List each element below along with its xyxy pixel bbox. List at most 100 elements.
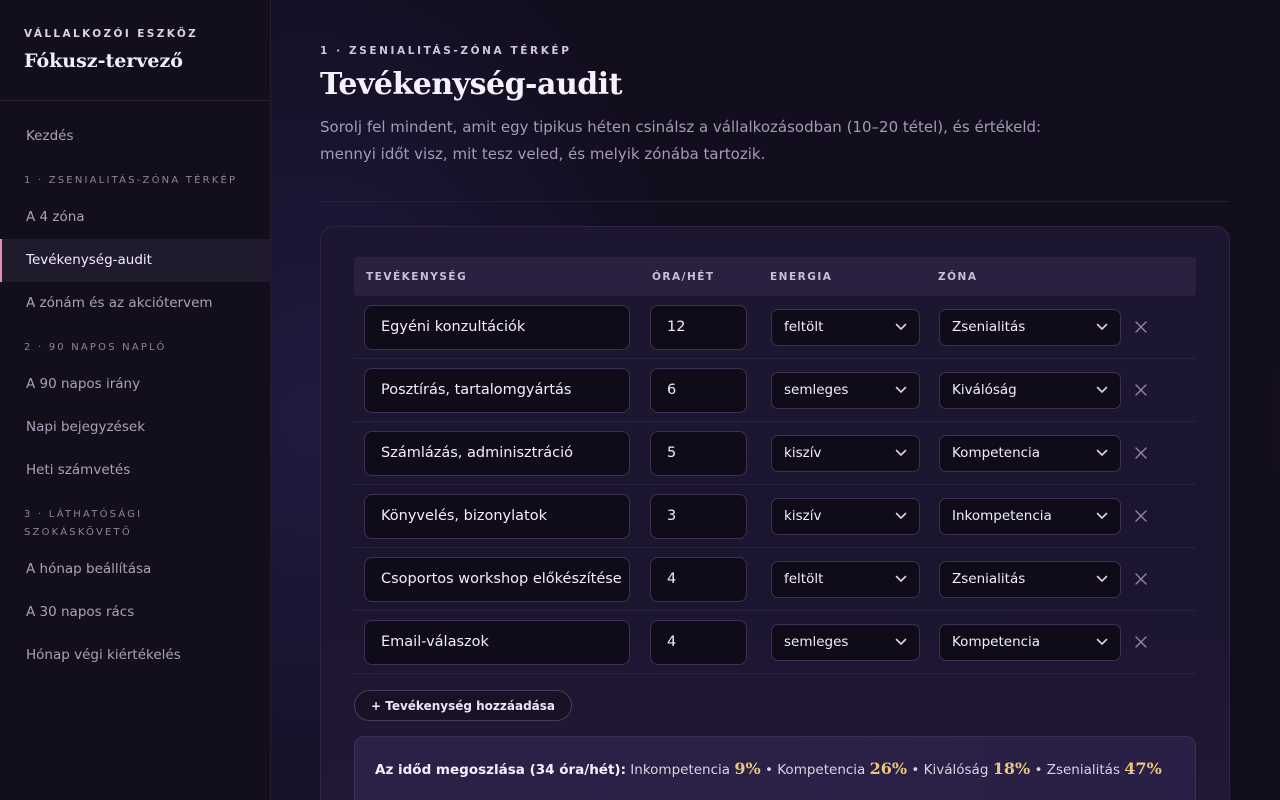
cell-hours: 6: [640, 367, 758, 413]
zone-value: Zsenialitás: [952, 319, 1026, 335]
chevron-down-icon: [895, 571, 907, 587]
remove-row-button[interactable]: [1126, 501, 1156, 531]
summary-lead: Az időd megoszlása (34 óra/hét):: [375, 762, 626, 778]
divider: [320, 201, 1230, 202]
summary-pct-excellence: 18%: [992, 759, 1031, 778]
header-activity: TEVÉKENYSÉG: [366, 270, 468, 283]
energy-select[interactable]: feltölt: [771, 308, 920, 346]
activity-input[interactable]: Posztírás, tartalomgyártás: [364, 367, 630, 413]
energy-select[interactable]: kiszív: [771, 497, 920, 535]
chevron-down-icon: [1096, 634, 1108, 650]
close-icon: [1135, 633, 1147, 652]
zone-select[interactable]: Kompetencia: [939, 623, 1121, 661]
energy-value: semleges: [784, 382, 849, 398]
nav-item-month-end-review[interactable]: Hónap végi kiértékelés: [0, 634, 270, 677]
cell-hours: 3: [640, 493, 758, 539]
zone-value: Zsenialitás: [952, 571, 1026, 587]
header-hours: ÓRA/HÉT: [652, 270, 715, 283]
table-header: TEVÉKENYSÉG ÓRA/HÉT ENERGIA ZÓNA: [354, 257, 1196, 296]
cell-zone: Kompetencia: [926, 623, 1126, 661]
nav-item-month-setup[interactable]: A hónap beállítása: [0, 548, 270, 591]
zone-value: Kiválóság: [952, 382, 1017, 398]
cell-hours: 4: [640, 556, 758, 602]
time-distribution-summary: Az időd megoszlása (34 óra/hét): Inkompe…: [354, 736, 1196, 800]
chevron-down-icon: [895, 445, 907, 461]
chevron-down-icon: [895, 319, 907, 335]
nav-item-start[interactable]: Kezdés: [0, 115, 270, 158]
chevron-down-icon: [895, 382, 907, 398]
chevron-down-icon: [895, 634, 907, 650]
summary-label-incompetence: Inkompetencia: [630, 762, 731, 778]
cell-activity: Csoportos workshop előkészítése: [354, 556, 640, 602]
hours-input[interactable]: 4: [650, 556, 747, 602]
zone-select[interactable]: Inkompetencia: [939, 497, 1121, 535]
cell-hours: 5: [640, 430, 758, 476]
zone-select[interactable]: Zsenialitás: [939, 308, 1121, 346]
activity-input[interactable]: Email-válaszok: [364, 619, 630, 665]
chevron-down-icon: [1096, 508, 1108, 524]
cell-zone: Kiválóság: [926, 371, 1126, 409]
chevron-down-icon: [1096, 445, 1108, 461]
chevron-down-icon: [1096, 571, 1108, 587]
nav-item-weekly-review[interactable]: Heti számvetés: [0, 449, 270, 492]
cell-energy: semleges: [758, 371, 926, 409]
activity-input[interactable]: Számlázás, adminisztráció: [364, 430, 630, 476]
energy-select[interactable]: kiszív: [771, 434, 920, 472]
hours-input[interactable]: 4: [650, 619, 747, 665]
nav-item-30-day-grid[interactable]: A 30 napos rács: [0, 591, 270, 634]
close-icon: [1135, 444, 1147, 463]
add-activity-button[interactable]: + Tevékenység hozzáadása: [354, 690, 573, 721]
chevron-down-icon: [1096, 319, 1108, 335]
energy-select[interactable]: semleges: [771, 623, 920, 661]
summary-pct-genius: 47%: [1124, 759, 1162, 778]
hours-input[interactable]: 12: [650, 304, 747, 350]
table-row: Email-válaszok 4 semleges Kompetencia: [354, 611, 1196, 674]
zone-select[interactable]: Zsenialitás: [939, 560, 1121, 598]
main-content: 1 · ZSENIALITÁS-ZÓNA TÉRKÉP Tevékenység-…: [271, 0, 1280, 800]
page-subtitle: Sorolj fel mindent, amit egy tipikus hét…: [320, 118, 1042, 163]
zone-select[interactable]: Kiválóság: [939, 371, 1121, 409]
remove-row-button[interactable]: [1126, 312, 1156, 342]
energy-value: kiszív: [784, 445, 822, 461]
nav-section-visibility-tracker: 3 · LÁTHATÓSÁGI SZOKÁSKÖVETŐ: [24, 509, 143, 538]
energy-select[interactable]: feltölt: [771, 560, 920, 598]
nav-item-zone-action-plan[interactable]: A zónám és az akciótervem: [0, 282, 270, 325]
energy-select[interactable]: semleges: [771, 371, 920, 409]
table-row: Egyéni konzultációk 12 feltölt Zsenialitás: [354, 296, 1196, 359]
hours-input[interactable]: 5: [650, 430, 747, 476]
cell-zone: Kompetencia: [926, 434, 1126, 472]
energy-value: feltölt: [784, 571, 824, 587]
close-icon: [1135, 318, 1147, 337]
activity-input[interactable]: Csoportos workshop előkészítése: [364, 556, 630, 602]
remove-row-button[interactable]: [1126, 627, 1156, 657]
table-row: Csoportos workshop előkészítése 4 feltölt Z…: [354, 548, 1196, 611]
nav-item-four-zones[interactable]: A 4 zóna: [0, 196, 270, 239]
close-icon: [1135, 507, 1147, 526]
hours-input[interactable]: 3: [650, 493, 747, 539]
cell-activity: Számlázás, adminisztráció: [354, 430, 640, 476]
audit-card: TEVÉKENYSÉG ÓRA/HÉT ENERGIA ZÓNA Egyéni …: [320, 226, 1230, 800]
hours-input[interactable]: 6: [650, 367, 747, 413]
nav-item-activity-audit[interactable]: Tevékenység-audit: [0, 239, 270, 282]
summary-label-competence: Kompetencia: [777, 762, 866, 778]
table-row: Számlázás, adminisztráció 5 kiszív Kompeten…: [354, 422, 1196, 485]
close-icon: [1135, 570, 1147, 589]
table-row: Könyvelés, bizonylatok 3 kiszív Inkompetenc…: [354, 485, 1196, 548]
header-zone: ZÓNA: [938, 270, 978, 283]
nav-item-90-day-direction[interactable]: A 90 napos irány: [0, 363, 270, 406]
cell-energy: kiszív: [758, 434, 926, 472]
remove-row-button[interactable]: [1126, 438, 1156, 468]
energy-value: feltölt: [784, 319, 824, 335]
cell-hours: 12: [640, 304, 758, 350]
remove-row-button[interactable]: [1126, 564, 1156, 594]
activity-input[interactable]: Könyvelés, bizonylatok: [364, 493, 630, 539]
zone-value: Inkompetencia: [952, 508, 1052, 524]
cell-zone: Inkompetencia: [926, 497, 1126, 535]
nav-item-daily-entries[interactable]: Napi bejegyzések: [0, 406, 270, 449]
remove-row-button[interactable]: [1126, 375, 1156, 405]
zone-select[interactable]: Kompetencia: [939, 434, 1121, 472]
page-title: Tevékenység-audit: [320, 67, 623, 102]
sidebar: VÁLLALKOZÓI ESZKÖZ Fókusz-tervező Kezdés…: [0, 0, 271, 800]
summary-label-genius: Zsenialitás: [1046, 762, 1120, 778]
activity-input[interactable]: Egyéni konzultációk: [364, 304, 630, 350]
